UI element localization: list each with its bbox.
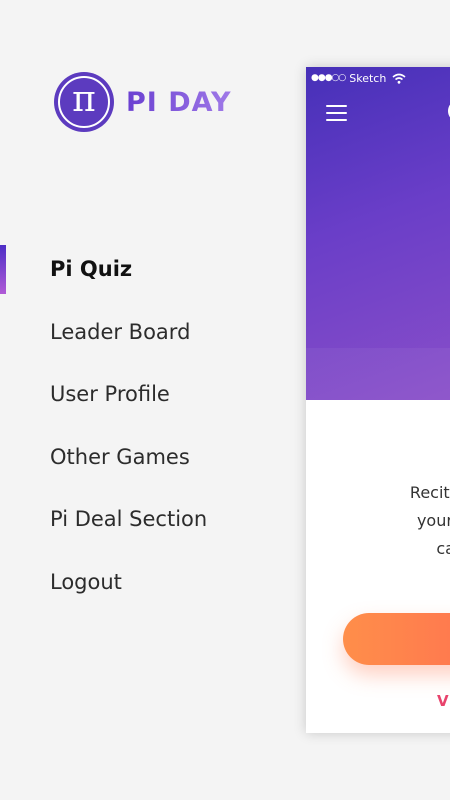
menu-item-logout[interactable]: Logout — [0, 551, 207, 614]
wifi-icon — [392, 73, 406, 84]
intro-line: Recite up to — [409, 483, 450, 502]
pi-logo-icon: π — [54, 72, 114, 132]
start-button[interactable] — [343, 613, 450, 665]
intro-line: your mem — [416, 511, 450, 530]
app-logo: π PI DAY — [54, 72, 232, 132]
menu-item-user-profile[interactable]: User Profile — [0, 363, 207, 426]
hamburger-menu-icon[interactable] — [326, 105, 347, 121]
menu-item-pi-quiz[interactable]: Pi Quiz — [0, 238, 207, 301]
active-indicator — [0, 245, 6, 294]
carrier-label: Sketch — [349, 71, 387, 85]
menu-item-leader-board[interactable]: Leader Board — [0, 301, 207, 364]
menu-item-pi-deal-section[interactable]: Pi Deal Section — [0, 488, 207, 551]
menu-item-label: Other Games — [50, 444, 190, 469]
menu-item-label: Pi Deal Section — [50, 507, 208, 532]
logo-symbol: π — [72, 79, 96, 120]
menu-item-label: Leader Board — [50, 319, 191, 344]
screen-header: ●●●○○ Sketch — [306, 67, 450, 400]
intro-text: Recite up to your mem can y — [358, 479, 450, 563]
view-link[interactable]: VI — [437, 692, 450, 710]
menu-item-label: Logout — [50, 569, 122, 594]
menu-item-label: Pi Quiz — [50, 257, 133, 282]
header-band — [306, 348, 450, 400]
signal-dots: ●●●○○ — [311, 73, 346, 83]
status-bar: ●●●○○ Sketch — [311, 69, 406, 87]
menu-item-other-games[interactable]: Other Games — [0, 426, 207, 489]
menu-item-label: User Profile — [50, 382, 170, 407]
side-menu: Pi Quiz Leader Board User Profile Other … — [0, 238, 207, 613]
intro-line: can y — [436, 539, 450, 558]
main-screen-preview[interactable]: ●●●○○ Sketch Recite up to your mem can y… — [306, 67, 450, 733]
logo-text: PI DAY — [126, 86, 232, 118]
